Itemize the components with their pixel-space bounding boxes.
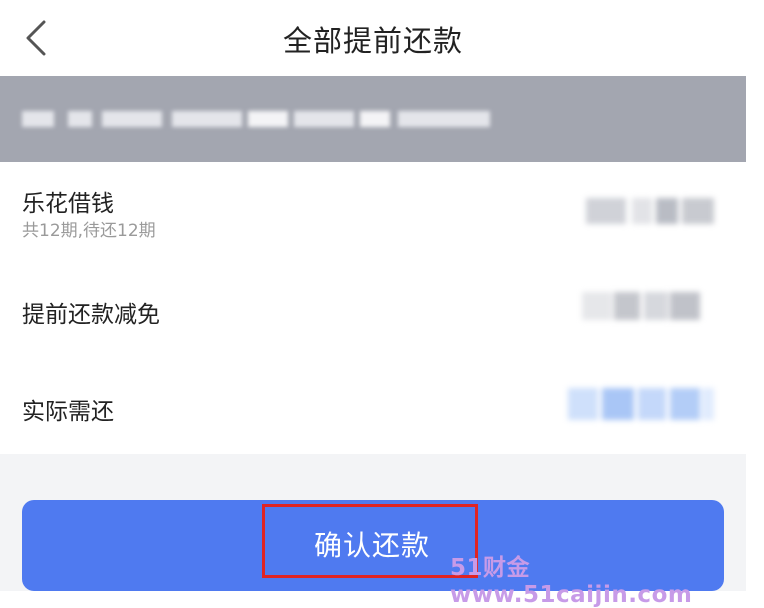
loan-name-label: 乐花借钱 — [22, 191, 114, 217]
site-watermark: 51财金www.51caijin.com — [450, 555, 693, 608]
redacted-loan-amount — [586, 198, 714, 224]
actual-due-label: 实际需还 — [22, 399, 114, 425]
confirm-repayment-label: 确认还款 — [313, 528, 430, 562]
redacted-account-text — [22, 111, 490, 127]
waiver-label: 提前还款减免 — [22, 302, 160, 328]
redacted-waiver-amount — [582, 292, 700, 320]
redacted-actual-due-amount — [568, 388, 714, 420]
installments-label: 共12期,待还12期 — [22, 221, 156, 241]
top-nav-bar: 全部提前还款 — [0, 0, 746, 76]
page-title: 全部提前还款 — [282, 24, 463, 58]
